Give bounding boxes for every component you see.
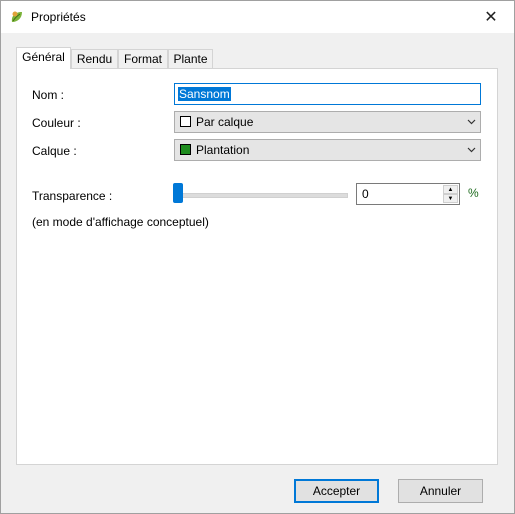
transparence-label: Transparence : [32,189,113,203]
cancel-button[interactable]: Annuler [398,479,483,503]
calque-label: Calque : [32,144,77,158]
percent-label: % [468,186,479,200]
tab-rendu[interactable]: Rendu [71,49,118,68]
nom-input[interactable]: Sansnom [174,83,481,105]
properties-dialog: Propriétés ✕ Général Rendu Format Plante… [0,0,515,514]
close-icon: ✕ [484,9,498,26]
arrow-up-icon: ▲ [447,186,454,193]
transparence-spinbox[interactable]: 0 ▲ ▼ [356,183,460,205]
transparence-slider-thumb[interactable] [173,183,183,203]
tab-general[interactable]: Général [16,47,71,69]
couleur-label: Couleur : [32,116,81,130]
couleur-value: Par calque [196,115,254,129]
spin-down-button[interactable]: ▼ [443,194,458,203]
general-panel: Nom : Sansnom Couleur : Par calque Calqu… [16,68,498,465]
nom-label: Nom : [32,88,65,102]
app-leaf-icon [11,11,22,22]
calque-select[interactable]: Plantation [174,139,481,161]
accept-button[interactable]: Accepter [294,479,379,503]
couleur-swatch [180,116,191,127]
tab-plante[interactable]: Plante [168,49,213,68]
conceptual-note: (en mode d'affichage conceptuel) [32,215,209,229]
tab-format[interactable]: Format [118,49,168,68]
chevron-down-icon [467,119,476,125]
title-bar: Propriétés ✕ [1,1,514,33]
window-title: Propriétés [31,10,86,24]
couleur-select[interactable]: Par calque [174,111,481,133]
calque-swatch [180,144,191,155]
chevron-down-icon [467,147,476,153]
nom-value: Sansnom [178,87,231,101]
spin-buttons: ▲ ▼ [443,185,458,203]
spin-up-button[interactable]: ▲ [443,185,458,194]
transparence-slider-track[interactable] [180,193,348,198]
arrow-down-icon: ▼ [447,195,454,202]
close-button[interactable]: ✕ [468,1,514,33]
calque-value: Plantation [196,143,250,157]
transparence-value: 0 [362,187,369,201]
